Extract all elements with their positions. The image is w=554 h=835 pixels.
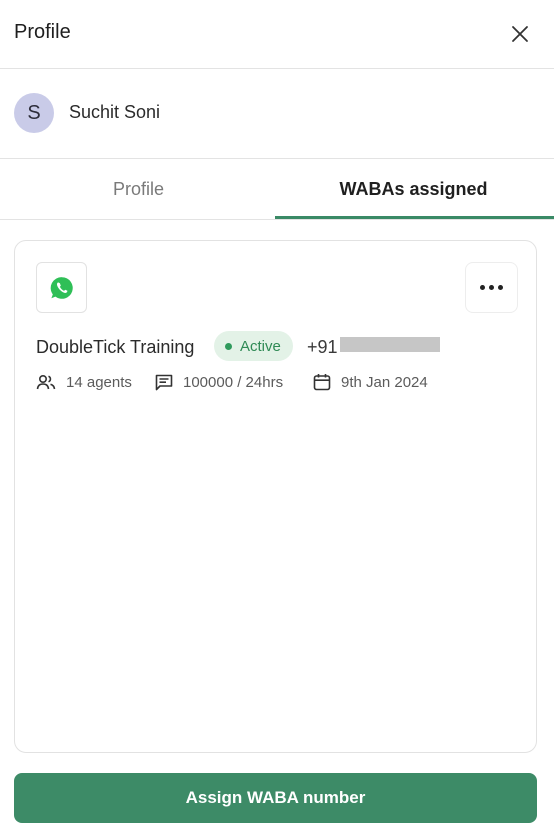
tab-wabas-assigned[interactable]: WABAs assigned (275, 159, 552, 219)
calendar-icon (313, 374, 331, 391)
user-name: Suchit Soni (69, 102, 161, 122)
date-label: 9th Jan 2024 (341, 373, 428, 391)
whatsapp-badge (36, 262, 87, 313)
close-button[interactable] (504, 18, 536, 50)
message-limit: 100000 / 24hrs (155, 371, 283, 393)
active-tab-indicator (275, 216, 554, 219)
tab-profile[interactable]: Profile (0, 159, 277, 219)
agents-label: 14 agents (66, 373, 132, 391)
profile-panel-header: Profile (0, 0, 554, 69)
phone-redaction (340, 337, 440, 352)
message-icon (155, 374, 173, 390)
limit-label: 100000 / 24hrs (183, 373, 284, 391)
avatar: S (14, 93, 54, 133)
user-summary: S Suchit Soni (0, 69, 554, 159)
assigned-date: 9th Jan 2024 (313, 371, 428, 393)
more-options-button[interactable] (465, 262, 518, 313)
status-label: Active (240, 337, 281, 355)
assign-waba-button[interactable]: Assign WABA number (14, 773, 537, 823)
status-dot-icon (225, 342, 232, 350)
waba-name: DoubleTick Training (36, 337, 195, 357)
status-badge: Active (214, 331, 293, 361)
more-horizontal-icon (480, 285, 503, 290)
people-icon (36, 374, 56, 390)
agents-count: 14 agents (36, 371, 132, 393)
whatsapp-icon (50, 276, 73, 299)
waba-phone: +91 (307, 337, 338, 357)
tab-bar: Profile WABAs assigned (0, 159, 554, 220)
waba-card: DoubleTick Training Active +91 14 agents… (14, 240, 537, 753)
panel-title: Profile (14, 21, 71, 43)
close-icon (512, 26, 528, 42)
